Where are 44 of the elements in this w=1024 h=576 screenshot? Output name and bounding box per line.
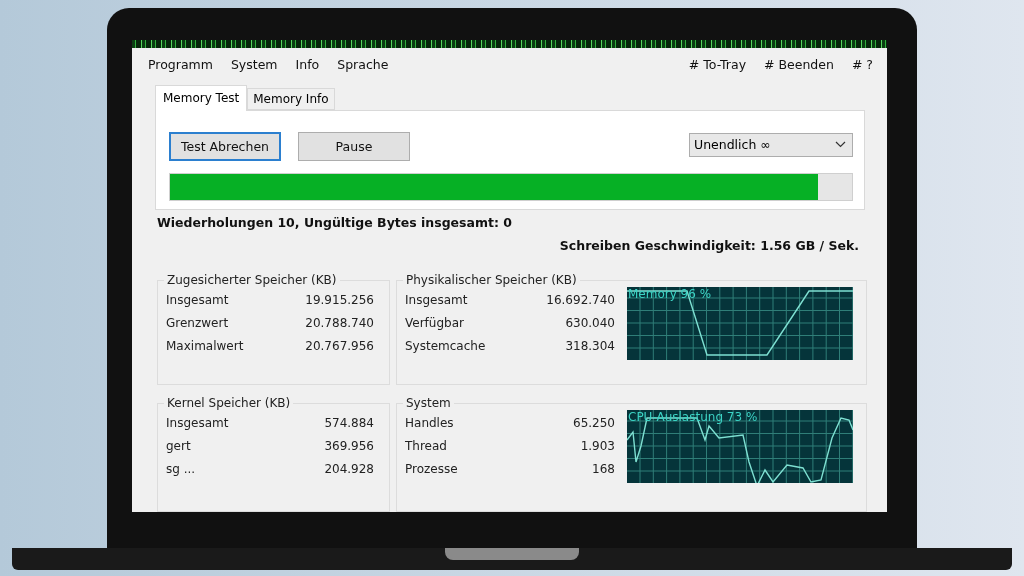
row-value: 318.304 (564, 338, 615, 353)
group-title: Zugesicherter Speicher (KB) (166, 273, 338, 287)
row-label: Handles (405, 415, 455, 430)
tab[interactable]: Memory Test (155, 85, 248, 111)
row-value: 20.767.956 (305, 338, 374, 353)
status-text: Wiederholungen 10, Ungültige Bytes insgesamt: 0 (156, 214, 513, 230)
row-value: 1.903 (579, 438, 615, 453)
tab[interactable]: Memory Info (247, 88, 335, 110)
row-label: Verfügbar (405, 315, 465, 330)
chevron-down-icon (835, 141, 846, 148)
row-label: Insgesamt (405, 292, 469, 307)
menu-item[interactable]: # To-Tray (688, 56, 747, 72)
row-value: 369.956 (324, 438, 374, 453)
menu-item[interactable]: # Beenden (764, 56, 834, 72)
row-value: 574.884 (324, 415, 374, 430)
group-title: Kernel Speicher (KB) (166, 396, 292, 410)
speed-text: Schreiben Geschwindigkeit: 1.56 GB / Sek. (559, 237, 860, 253)
row-value: 19.915.256 (305, 292, 374, 307)
group-title: System (405, 396, 452, 410)
row-label: Insgesamt (166, 415, 230, 430)
menu-item[interactable]: Info (295, 56, 320, 72)
row-value: 16.692.740 (546, 292, 615, 307)
action-button[interactable]: Pause (298, 132, 410, 161)
row-value: 65.250 (573, 415, 615, 430)
mode-dropdown[interactable]: Unendlich ∞ (689, 132, 853, 157)
row-label: Grenzwert (166, 315, 230, 330)
row-label: Thread (405, 438, 448, 453)
row-label: Prozesse (405, 461, 459, 476)
row-value: 168 (591, 461, 615, 476)
row-label: Maximalwert (166, 338, 245, 353)
row-value: 204.928 (324, 461, 374, 476)
menu-item[interactable]: # ? (851, 56, 873, 72)
menu-item[interactable]: System (230, 56, 278, 72)
row-label: sg ... (166, 461, 197, 476)
group-title: Physikalischer Speicher (KB) (405, 273, 578, 287)
row-label: Systemcache (405, 338, 487, 353)
row-label: gert (166, 438, 192, 453)
row-value: 630.040 (564, 315, 615, 330)
row-label: Insgesamt (166, 292, 230, 307)
menu-item[interactable]: Programm (148, 56, 213, 72)
action-button[interactable]: Test Abrechen (169, 132, 281, 161)
row-value: 20.788.740 (305, 315, 374, 330)
menu-item[interactable]: Sprache (337, 56, 389, 72)
graph-label: CPU-Auslastung 73 % (628, 410, 758, 424)
